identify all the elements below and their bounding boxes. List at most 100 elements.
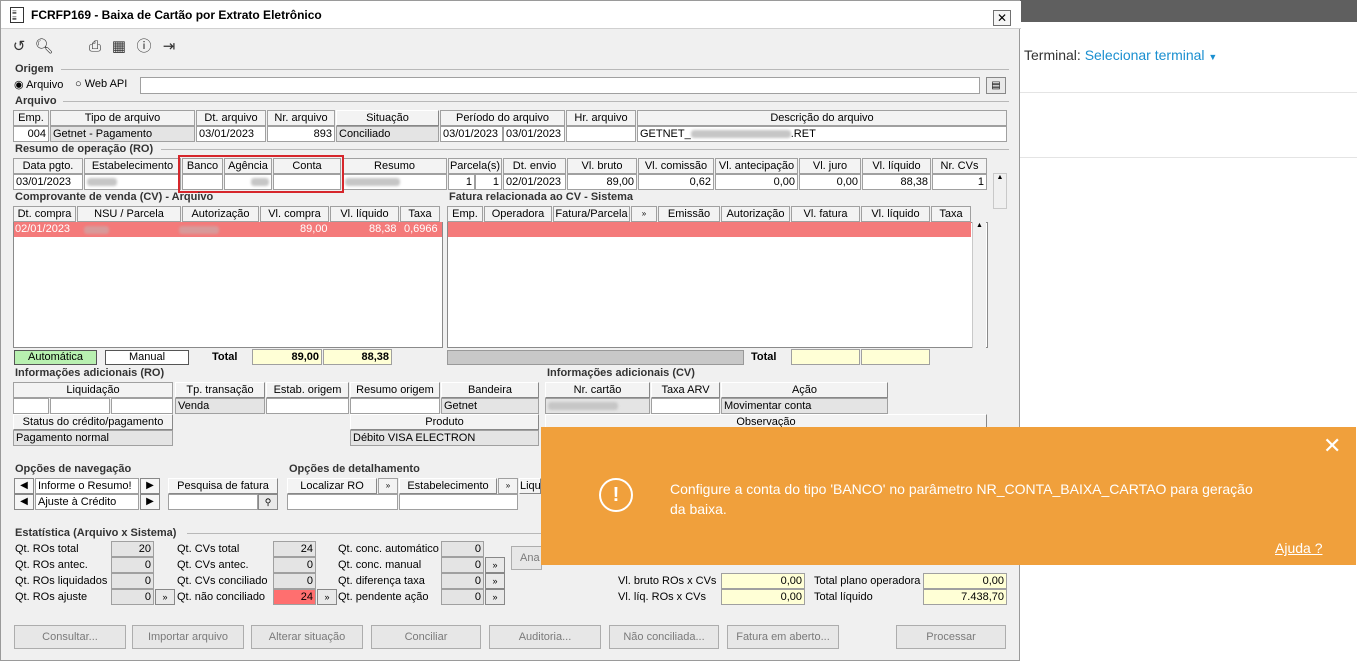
nav-select-ajuste[interactable]: Ajuste à Crédito: [35, 494, 139, 510]
nav-prev-1[interactable]: ◀: [14, 478, 34, 494]
col-nr-arquivo: Nr. arquivo: [267, 110, 335, 126]
toast-help-link[interactable]: Ajuda ?: [1275, 540, 1322, 556]
refresh-icon[interactable]: ↺: [9, 37, 29, 57]
arquivo-periodo-fim: 03/01/2023: [503, 126, 565, 142]
estat-title: Estatística (Arquivo x Sistema): [15, 527, 177, 539]
search-icon[interactable]: 🔍︎: [34, 37, 54, 57]
acao-value: Movimentar conta: [721, 398, 888, 414]
caret-down-icon[interactable]: ▼: [1208, 52, 1217, 62]
fatura-scrollbar[interactable]: ▲: [972, 222, 986, 348]
col-hr-arquivo: Hr. arquivo: [566, 110, 636, 126]
col-situacao: Situação: [336, 110, 439, 126]
cv-total-compra: 89,00: [252, 349, 322, 365]
col-parcelas: Parcela(s): [448, 158, 502, 174]
qt-cvs-antec-value: 0: [273, 557, 316, 573]
browse-icon[interactable]: ▤: [986, 77, 1006, 94]
qt-nao-conciliado-value: 24: [273, 589, 316, 605]
nav-select-resumo[interactable]: Informe o Resumo!: [35, 478, 139, 494]
col-fat-expand[interactable]: »: [631, 206, 657, 222]
ro-vl-juro: 0,00: [799, 174, 861, 190]
qt-conc-automatico-label: Qt. conc. automático: [338, 543, 439, 555]
fatura-em-aberto-button[interactable]: Fatura em aberto...: [727, 625, 839, 649]
vl-liq-ros-cvs-label: Vl. líq. ROs x CVs: [618, 591, 707, 603]
localizar-ro-expand[interactable]: »: [378, 478, 398, 494]
col-resumo: Resumo: [342, 158, 447, 174]
liquidacao-3: [111, 398, 173, 414]
auditoria-button[interactable]: Auditoria...: [489, 625, 601, 649]
fatura-grid: [447, 222, 988, 348]
liquidacao-1: [13, 398, 49, 414]
nao-conciliada-button[interactable]: Não conciliada...: [609, 625, 719, 649]
qt-conc-manual-label: Qt. conc. manual: [338, 559, 422, 571]
qt-ros-ajuste-expand[interactable]: »: [155, 589, 175, 605]
col-emp: Emp.: [13, 110, 49, 126]
close-button[interactable]: ✕: [993, 10, 1011, 26]
col-tipo-arquivo: Tipo de arquivo: [50, 110, 195, 126]
fatura-total-bar: [447, 350, 744, 365]
analise-button[interactable]: Ana: [511, 546, 542, 570]
ro-scrollbar[interactable]: ▲: [993, 173, 1007, 209]
col-fat-taxa: Taxa: [931, 206, 971, 222]
qt-ros-liquidados-label: Qt. ROs liquidados: [15, 575, 108, 587]
importar-arquivo-button[interactable]: Importar arquivo: [132, 625, 244, 649]
arquivo-line: [63, 101, 1009, 102]
qt-cvs-total-label: Qt. CVs total: [177, 543, 240, 555]
fatura-row[interactable]: [448, 222, 971, 237]
col-dt-envio: Dt. envio: [503, 158, 566, 174]
nav-next-2[interactable]: ▶: [140, 494, 160, 510]
col-periodo: Período do arquivo: [440, 110, 565, 126]
col-estab-origem: Estab. origem: [266, 382, 349, 398]
toast-close-icon[interactable]: ✕: [1323, 433, 1341, 459]
qt-conc-manual-expand[interactable]: »: [485, 557, 505, 573]
liquidacao-2: [50, 398, 110, 414]
col-bandeira: Bandeira: [441, 382, 539, 398]
estabelecimento-expand[interactable]: »: [498, 478, 518, 494]
cv-grid: [13, 222, 443, 348]
origem-title: Origem: [15, 63, 54, 75]
cv-vl-compra: 89,00: [300, 223, 328, 235]
col-data-pgto: Data pgto.: [13, 158, 83, 174]
cv-taxa: 0,6966: [404, 223, 438, 235]
nav-next-1[interactable]: ▶: [140, 478, 160, 494]
taxa-arv-value: [651, 398, 720, 414]
estab-origem-value: [266, 398, 349, 414]
file-path-input[interactable]: [140, 77, 980, 94]
estabelecimento-input[interactable]: [399, 494, 518, 510]
alterar-situacao-button[interactable]: Alterar situação: [251, 625, 363, 649]
qt-conc-automatico-value: 0: [441, 541, 484, 557]
search-fatura-icon[interactable]: ⚲: [258, 494, 278, 510]
cv-title: Comprovante de venda (CV) - Arquivo: [15, 191, 214, 203]
produto-label: Produto: [350, 414, 539, 430]
qt-diferenca-taxa-expand[interactable]: »: [485, 573, 505, 589]
col-estabelecimento: Estabelecimento: [84, 158, 181, 174]
nav-prev-2[interactable]: ◀: [14, 494, 34, 510]
radio-webapi[interactable]: ○ Web API: [75, 78, 127, 90]
ro-nr-cvs: 1: [932, 174, 987, 190]
localizar-ro-input[interactable]: [287, 494, 398, 510]
radio-arquivo[interactable]: ◉ Arquivo: [14, 78, 63, 91]
conciliar-button[interactable]: Conciliar: [371, 625, 481, 649]
title-bar: ≡ ≡ FCRFP169 - Baixa de Cartão por Extrat…: [1, 1, 1021, 29]
masked-text: [87, 178, 117, 187]
qt-nao-conciliado-expand[interactable]: »: [317, 589, 337, 605]
vl-liq-ros-cvs-value: 0,00: [721, 589, 805, 605]
pesquisa-fatura-input[interactable]: [168, 494, 258, 510]
col-fat-emp: Emp.: [447, 206, 483, 222]
col-vl-juro: Vl. juro: [799, 158, 861, 174]
automatica-legend: Automática: [14, 350, 97, 365]
help-icon[interactable]: ⓘ: [134, 37, 154, 57]
print-icon[interactable]: ⎙: [85, 37, 105, 57]
calendar-icon[interactable]: ▦: [109, 37, 129, 57]
col-taxa-arv: Taxa ARV: [651, 382, 720, 398]
exit-icon[interactable]: ⇥: [159, 37, 179, 57]
qt-pendente-acao-expand[interactable]: »: [485, 589, 505, 605]
cv-dt-compra: 02/01/2023: [15, 223, 71, 235]
processar-button[interactable]: Processar: [896, 625, 1006, 649]
localizar-ro-label: Localizar RO: [287, 478, 377, 494]
qt-ros-antec-value: 0: [111, 557, 154, 573]
cv-row[interactable]: 02/01/2023 89,00 88,38 0,6966: [14, 222, 442, 237]
terminal-select-link[interactable]: Selecionar terminal: [1085, 47, 1205, 63]
qt-cvs-conciliado-label: Qt. CVs conciliado: [177, 575, 268, 587]
arquivo-tipo: Getnet - Pagamento: [50, 126, 195, 142]
consultar-button[interactable]: Consultar...: [14, 625, 126, 649]
